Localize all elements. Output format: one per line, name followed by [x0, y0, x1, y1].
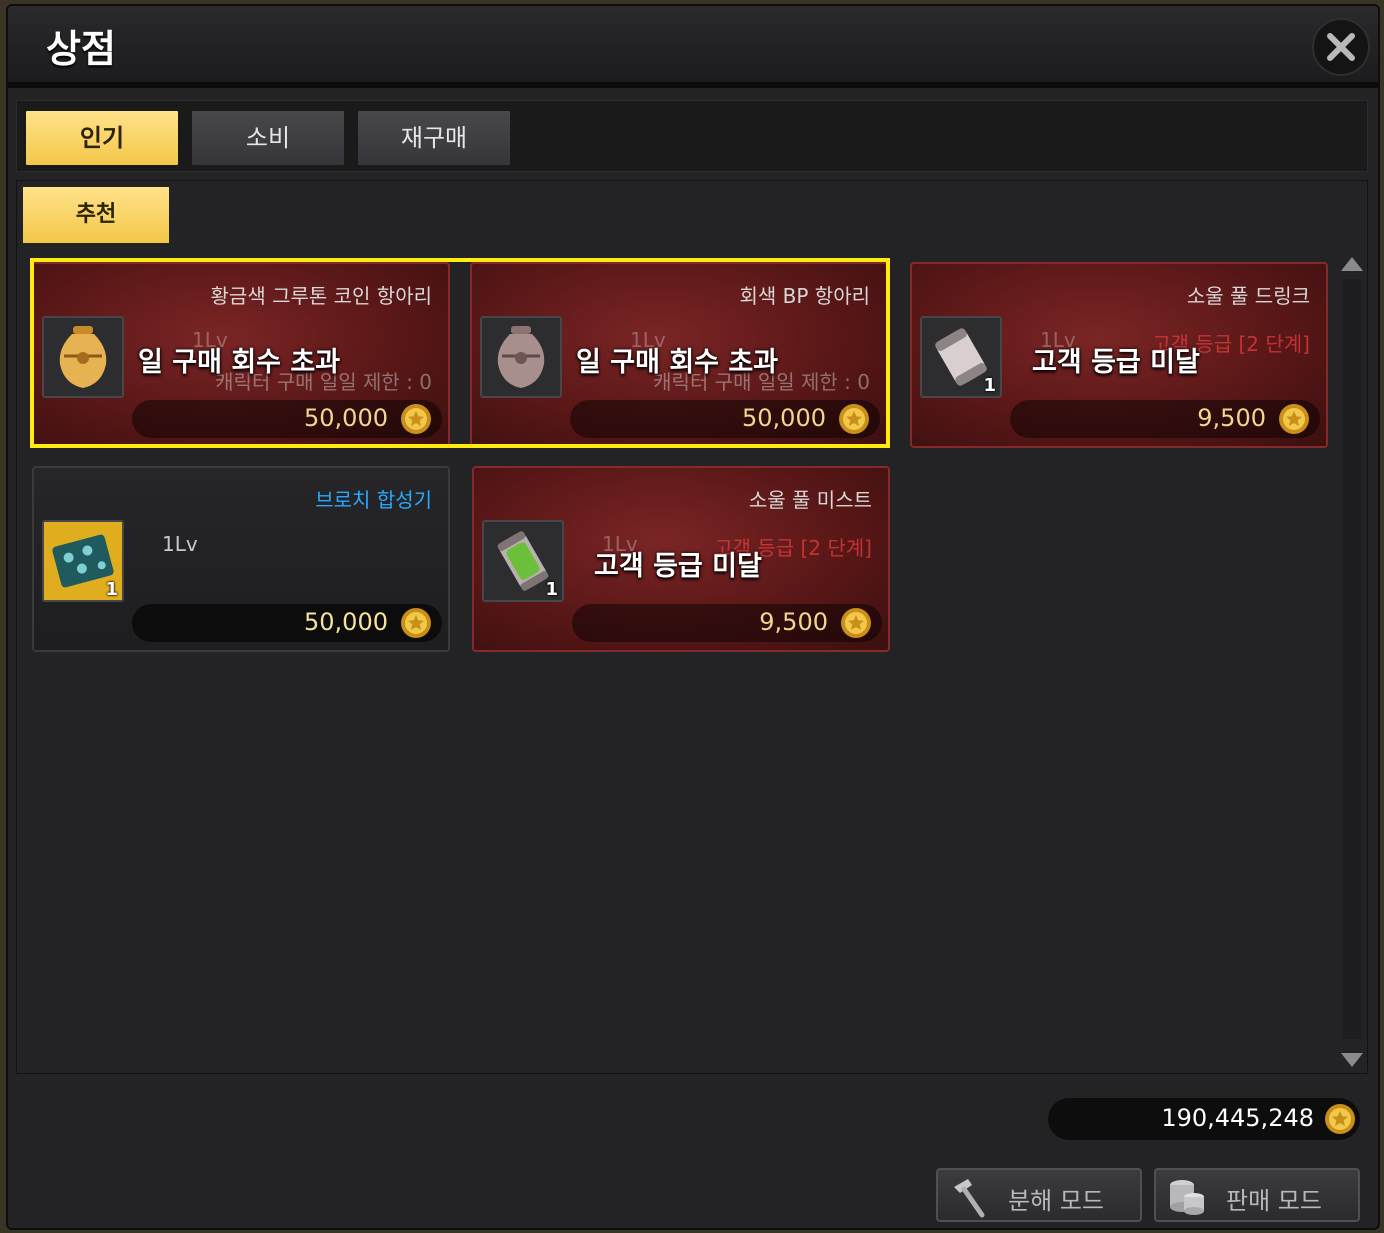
purchase-blocked-message: 일 구매 회수 초과 [138, 347, 341, 378]
item-icon-slot [480, 316, 562, 398]
item-name: 회색 BP 항아리 [739, 284, 871, 308]
gray-jar-icon [497, 326, 545, 388]
item-name: 소울 풀 미스트 [748, 488, 872, 512]
item-icon-slot: 1 [42, 520, 124, 602]
item-name: 브로치 합성기 [315, 488, 432, 512]
sell-mode-button[interactable]: 판매 모드 [1154, 1168, 1360, 1222]
item-name: 소울 풀 드링크 [1186, 284, 1310, 308]
item-quantity: 1 [105, 579, 118, 600]
disassemble-mode-label: 분해 모드 [1008, 1187, 1104, 1215]
item-quantity: 1 [545, 579, 558, 600]
coin-stack-icon [1170, 1180, 1204, 1215]
hammer-icon [954, 1179, 985, 1218]
item-level: 1Lv [162, 532, 198, 556]
tab-rebuy[interactable]: 재구매 [356, 109, 512, 167]
shop-item-card[interactable]: 브로치 합성기 1 1Lv 50,000 [32, 466, 450, 652]
item-price: 50,000 [304, 404, 388, 432]
window-title: 상점 [46, 27, 116, 71]
price-bar: 9,500 [1010, 400, 1320, 438]
close-icon [1327, 33, 1355, 61]
purchase-blocked-message: 일 구매 회수 초과 [576, 347, 779, 378]
purchase-blocked-message: 고객 등급 미달 [1032, 347, 1200, 378]
item-icon-slot: 1 [482, 520, 564, 602]
shop-item-card[interactable]: 황금색 그루톤 코인 항아리 1Lv 캐릭터 구매 일일 제한 : 0 일 구매… [32, 262, 450, 448]
item-icon-slot: 1 [920, 316, 1002, 398]
subtab-recommended[interactable]: 추천 [23, 187, 169, 243]
sell-mode-label: 판매 모드 [1226, 1187, 1322, 1215]
price-bar: 50,000 [132, 400, 442, 438]
close-button[interactable] [1312, 18, 1370, 76]
coin-icon [401, 608, 431, 638]
balance-amount: 190,445,248 [1161, 1104, 1314, 1132]
shop-item-card[interactable]: 회색 BP 항아리 1Lv 캐릭터 구매 일일 제한 : 0 일 구매 회수 초… [470, 262, 888, 448]
item-quantity: 1 [983, 375, 996, 396]
coin-icon [841, 608, 871, 638]
scroll-up-arrow[interactable] [1341, 257, 1363, 271]
disassemble-mode-button[interactable]: 분해 모드 [936, 1168, 1142, 1222]
item-price: 9,500 [1197, 404, 1266, 432]
price-bar: 50,000 [132, 604, 442, 642]
tab-popular[interactable]: 인기 [24, 109, 180, 167]
shop-item-card[interactable]: 소울 풀 미스트 1 1Lv 고객 등급 [2 단계] 고객 등급 미달 9,5… [472, 466, 890, 652]
shop-item-card[interactable]: 소울 풀 드링크 1 1Lv 고객 등급 [2 단계] 고객 등급 미달 9,5… [910, 262, 1328, 448]
scrollbar-track[interactable] [1343, 279, 1361, 1039]
golden-jar-icon [59, 326, 107, 388]
scroll-down-arrow[interactable] [1341, 1053, 1363, 1067]
item-price: 9,500 [759, 608, 828, 636]
price-bar: 9,500 [572, 604, 882, 642]
title-bar: 상점 [8, 6, 1378, 88]
coin-icon [401, 404, 431, 434]
category-tabs: 인기 소비 재구매 [16, 100, 1368, 172]
item-price: 50,000 [742, 404, 826, 432]
coin-icon [1325, 1104, 1355, 1134]
purchase-blocked-message: 고객 등급 미달 [594, 551, 762, 582]
coin-icon [1279, 404, 1309, 434]
item-name: 황금색 그루톤 코인 항아리 [210, 284, 432, 308]
coin-icon [839, 404, 869, 434]
item-icon-slot [42, 316, 124, 398]
item-price: 50,000 [304, 608, 388, 636]
tab-consumable[interactable]: 소비 [190, 109, 346, 167]
price-bar: 50,000 [570, 400, 880, 438]
shop-window: 상점 인기 소비 재구매 추천 황금색 그루톤 코인 항아리 1Lv 캐릭터 구 [6, 4, 1380, 1230]
currency-balance: 190,445,248 [1048, 1098, 1360, 1140]
